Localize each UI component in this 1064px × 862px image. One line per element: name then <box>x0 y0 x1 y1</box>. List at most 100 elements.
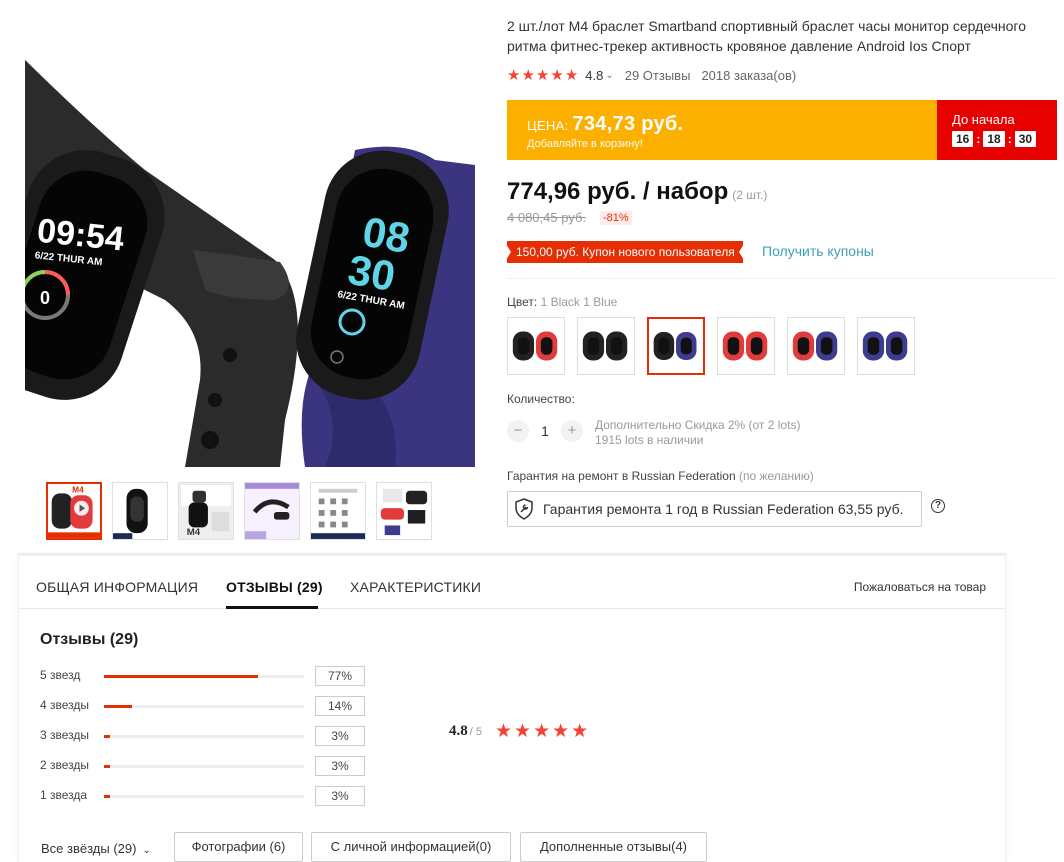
color-option-4[interactable] <box>717 317 775 375</box>
warranty-optional: (по желанию) <box>738 469 814 483</box>
star-icon: ★ <box>533 721 551 742</box>
rating-stars[interactable]: ★ ★ ★ ★ ★ <box>507 66 578 84</box>
product-title: 2 шт./лот M4 браслет Smartband спортивны… <box>507 18 1026 54</box>
price-units: (2 шт.) <box>732 188 768 202</box>
tab-specifications[interactable]: ХАРАКТЕРИСТИКИ <box>350 579 481 595</box>
discount-badge: -81% <box>600 211 632 225</box>
histogram-fill <box>104 765 110 768</box>
histogram-label: 3 звезды <box>40 728 90 742</box>
report-product-link[interactable]: Пожаловаться на товар <box>854 580 986 594</box>
histogram-row[interactable]: 2 звезды 3% <box>40 756 380 776</box>
star-filter-select[interactable]: Все звёзды (29) ⌄ <box>41 841 151 856</box>
histogram-percent: 3% <box>315 726 365 746</box>
star-icon: ★ <box>521 67 535 84</box>
svg-text:0: 0 <box>40 288 50 308</box>
deal-hint: Добавляйте в корзину! <box>527 138 643 150</box>
get-coupons-link[interactable]: Получить купоны <box>762 243 874 259</box>
filter-additional-reviews-button[interactable]: Дополненные отзывы(4) <box>520 832 707 862</box>
tab-reviews[interactable]: ОТЗЫВЫ (29) <box>226 579 323 595</box>
thumb-3[interactable]: M4 <box>178 482 234 540</box>
countdown-label: До начала <box>952 112 1015 127</box>
product-tabs: ОБЩАЯ ИНФОРМАЦИЯ ОТЗЫВЫ (29) ХАРАКТЕРИСТ… <box>19 556 1005 609</box>
stock-count: 1915 lots в наличии <box>595 433 704 447</box>
quantity-decrease-button[interactable]: − <box>507 420 529 442</box>
star-filter-value: Все звёзды (29) <box>41 841 137 856</box>
reviews-panel: ОБЩАЯ ИНФОРМАЦИЯ ОТЗЫВЫ (29) ХАРАКТЕРИСТ… <box>18 555 1006 862</box>
thumb-5[interactable] <box>310 482 366 540</box>
chevron-down-icon: ⌄ <box>142 845 151 856</box>
histogram-row[interactable]: 5 звезд 77% <box>40 666 380 686</box>
tab-general-info[interactable]: ОБЩАЯ ИНФОРМАЦИЯ <box>36 579 198 595</box>
quantity-info: Дополнительно Скидка 2% (от 2 lots) 1915… <box>595 418 800 448</box>
color-swatches <box>507 317 915 375</box>
active-tab-indicator <box>226 606 318 609</box>
deal-price: ЦЕНА: 734,73 руб. <box>527 113 683 136</box>
thumb-1[interactable]: M4 <box>46 482 102 540</box>
histogram-row[interactable]: 4 звезды 14% <box>40 696 380 716</box>
quantity-input[interactable]: 1 <box>529 423 561 439</box>
star-icon: ★ <box>514 721 532 742</box>
color-option-6[interactable] <box>857 317 915 375</box>
star-icon: ★ <box>535 67 550 84</box>
main-image-graphic: 09:54 6/22 THUR AM 0 08 30 6/22 THUR AM <box>25 0 475 467</box>
old-price: 4 080,45 руб. <box>507 210 587 225</box>
countdown-timer: 16 : 18 : 30 <box>952 131 1037 147</box>
histogram-fill <box>104 675 258 678</box>
histogram-track <box>104 705 304 708</box>
histogram-row[interactable]: 1 звезда 3% <box>40 786 380 806</box>
thumb-4[interactable] <box>244 482 300 540</box>
star-icon: ★ <box>564 67 579 84</box>
average-rating-value: 4.8 <box>449 723 468 739</box>
shield-wrench-icon <box>515 498 533 520</box>
star-icon: ★ <box>550 67 564 84</box>
countdown-minutes: 18 <box>983 131 1005 147</box>
deal-price-label: ЦЕНА: <box>527 118 569 133</box>
review-filters: Все звёзды (29) ⌄ Фотографии (6) С личной… <box>19 830 1005 862</box>
quantity-increase-button[interactable]: + <box>561 420 583 442</box>
svg-text:M4: M4 <box>187 527 201 538</box>
histogram-percent: 3% <box>315 786 365 806</box>
color-option-3[interactable] <box>647 317 705 375</box>
histogram-label: 5 звезд <box>40 668 81 682</box>
color-option-1[interactable] <box>507 317 565 375</box>
filter-personal-info-button[interactable]: С личной информацией(0) <box>311 832 511 862</box>
countdown-box: До начала 16 : 18 : 30 <box>937 100 1057 160</box>
warranty-label: Гарантия на ремонт в Russian Federation … <box>507 469 814 483</box>
orders-count: 2018 заказа(ов) <box>701 67 797 83</box>
color-option-5[interactable] <box>787 317 845 375</box>
help-icon[interactable]: ? <box>931 499 945 513</box>
histogram-percent: 14% <box>315 696 365 716</box>
main-product-image[interactable]: 09:54 6/22 THUR AM 0 08 30 6/22 THUR AM <box>25 0 475 467</box>
quantity-label: Количество: <box>507 392 575 406</box>
warranty-option-button[interactable]: Гарантия ремонта 1 год в Russian Federat… <box>507 491 922 527</box>
chevron-down-icon[interactable]: ⌄ <box>605 70 613 81</box>
color-option-2[interactable] <box>577 317 635 375</box>
histogram-fill <box>104 705 132 708</box>
rating-summary: ★ ★ ★ ★ ★ 4.8 ⌄ 29 Отзывы 2018 заказа(ов) <box>507 66 796 84</box>
reviews-title: Отзывы (29) <box>40 631 139 648</box>
histogram-track <box>104 675 304 678</box>
filter-photos-button[interactable]: Фотографии (6) <box>174 832 303 862</box>
reviews-count-link[interactable]: 29 Отзывы <box>625 68 691 83</box>
histogram-track <box>104 765 304 768</box>
svg-text:M4: M4 <box>72 484 84 494</box>
new-user-coupon[interactable]: 150,00 руб. Купон нового пользователя <box>506 241 744 263</box>
thumbnail-strip: M4 M4 <box>46 482 432 540</box>
thumb-6[interactable] <box>376 482 432 540</box>
histogram-fill <box>104 735 110 738</box>
rating-value[interactable]: 4.8 <box>585 68 603 83</box>
star-icon: ★ <box>552 721 570 742</box>
countdown-seconds: 30 <box>1014 131 1037 147</box>
histogram-row[interactable]: 3 звезды 3% <box>40 726 380 746</box>
histogram-label: 2 звезды <box>40 758 90 772</box>
histogram-track <box>104 735 304 738</box>
bulk-discount-note: Дополнительно Скидка 2% (от 2 lots) <box>595 418 801 432</box>
star-icon: ★ <box>494 721 513 742</box>
histogram-percent: 77% <box>315 666 365 686</box>
warranty-option-label: Гарантия ремонта 1 год в Russian Federat… <box>543 501 904 517</box>
thumb-2[interactable] <box>112 482 168 540</box>
divider <box>507 278 1057 279</box>
current-price: 774,96 руб. / набор (2 шт.) <box>507 178 767 206</box>
average-rating-max: / 5 <box>469 725 482 738</box>
histogram-label: 4 звезды <box>40 698 90 712</box>
